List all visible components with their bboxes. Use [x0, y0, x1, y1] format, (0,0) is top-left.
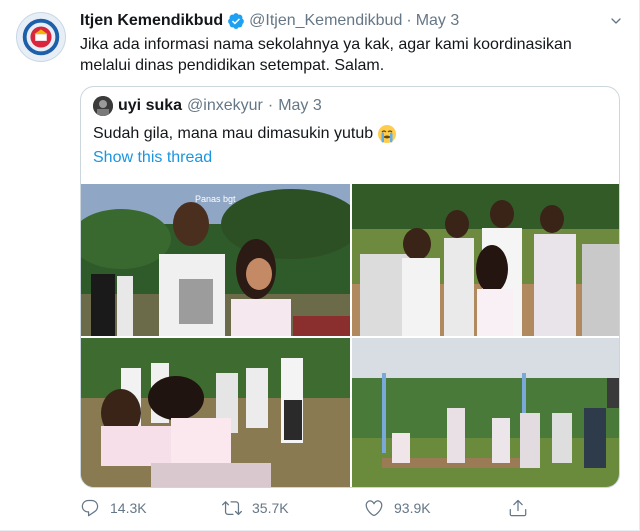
quoted-tweet-header: uyi suka @inxekyur · May 3 [93, 95, 322, 117]
tweet-text: Jika ada informasi nama sekolahnya ya ka… [80, 36, 572, 74]
chevron-down-icon[interactable] [607, 12, 625, 30]
quoted-date: May 3 [278, 97, 322, 114]
reply-icon [80, 498, 100, 518]
retweet-count: 35.7K [252, 500, 289, 516]
author-display-name[interactable]: Itjen Kemendikbud [80, 12, 223, 30]
heart-icon [364, 498, 384, 518]
photo-3[interactable] [81, 338, 350, 487]
verified-badge-icon [227, 12, 245, 30]
like-button[interactable]: 93.9K [364, 498, 431, 518]
quoted-author-avatar[interactable] [93, 96, 113, 116]
share-button[interactable] [508, 498, 528, 518]
quoted-text: Sudah gila, mana mau dimasukin yutub [93, 125, 374, 142]
author-avatar[interactable] [16, 12, 66, 62]
photo-1[interactable]: Panas bgt [81, 184, 350, 336]
photo-caption: Panas bgt [195, 194, 236, 204]
quoted-header-separator: · [267, 97, 274, 114]
share-icon [508, 498, 528, 518]
retweet-button[interactable]: 35.7K [222, 498, 289, 518]
tweet-card[interactable]: Itjen Kemendikbud @Itjen_Kemendikbud · M… [0, 0, 640, 531]
photo-4[interactable] [352, 338, 619, 487]
loudly-crying-face-emoji [377, 124, 397, 144]
quoted-display-name: uyi suka [118, 97, 183, 114]
author-handle[interactable]: @Itjen_Kemendikbud [249, 12, 402, 30]
photo-2[interactable] [352, 184, 619, 336]
show-thread-link[interactable]: Show this thread [93, 149, 212, 167]
tweet-header: Itjen Kemendikbud @Itjen_Kemendikbud · M… [80, 10, 599, 32]
quoted-tweet[interactable]: uyi suka @inxekyur · May 3 Sudah gila, m… [80, 86, 620, 488]
photo-grid: Panas bgt [81, 184, 619, 487]
reply-count: 14.3K [110, 500, 147, 516]
tweet-actions: 14.3K 35.7K 93.9K [80, 496, 620, 520]
like-count: 93.9K [394, 500, 431, 516]
quoted-text-row: Sudah gila, mana mau dimasukin yutub [93, 123, 397, 145]
header-separator: · [406, 12, 412, 29]
quoted-handle: @inxekyur [187, 97, 263, 114]
tweet-date[interactable]: May 3 [416, 12, 460, 30]
retweet-icon [222, 498, 242, 518]
reply-button[interactable]: 14.3K [80, 498, 147, 518]
